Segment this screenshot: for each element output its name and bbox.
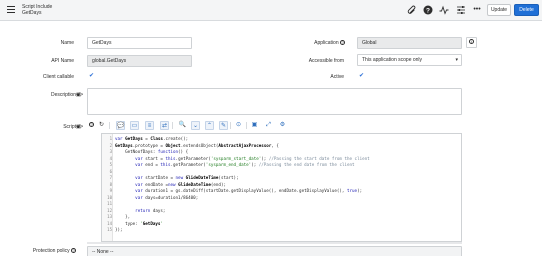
- line-number: 10: [107, 194, 112, 200]
- toolbar-divider: [230, 122, 231, 129]
- comment-icon[interactable]: 💬: [116, 121, 125, 130]
- search-icon[interactable]: 🔍: [178, 121, 187, 130]
- paperclip-icon[interactable]: [407, 5, 417, 15]
- code-line: return days;: [135, 207, 166, 213]
- delete-button[interactable]: Delete: [514, 4, 539, 16]
- line-number: 8: [109, 181, 112, 187]
- form-header: Script Include GetDays ? ••• Update Dele…: [0, 0, 542, 21]
- line-number: 1: [109, 136, 112, 141]
- line-number: 9: [109, 188, 112, 193]
- script-label: Script ▣ </>: [10, 124, 83, 130]
- menu-icon[interactable]: [7, 6, 15, 14]
- code-line: var endDate =new GlideDateTime(end);: [135, 181, 226, 187]
- line-number: 12: [107, 207, 112, 213]
- record-name: GetDays: [22, 10, 42, 16]
- protection-policy-value: -- None --: [92, 249, 114, 255]
- client-callable-checkbox[interactable]: ✔: [89, 72, 94, 79]
- line-number: 3: [109, 149, 112, 154]
- application-label-text: Application: [314, 40, 339, 46]
- code-line: var duration1 = gs.dateDiff(startDate.ge…: [135, 188, 363, 193]
- code-line: GetNoofDays: function() {: [115, 149, 189, 154]
- code-line: var startDate = new GlideDateTime(start)…: [135, 175, 239, 180]
- application-field: Global: [357, 37, 462, 49]
- api-name-label: API Name: [51, 58, 74, 64]
- protection-policy-label: Protection policy ?: [10, 248, 76, 254]
- script-toolbar: ? ↻ 💬 ▭ ≡ ⇄ 🔍 ⌄ ⌃ ✎ ⊙ ▣ ⤢ ⚙: [87, 121, 462, 131]
- save-icon[interactable]: ▣: [250, 121, 259, 130]
- replace-icon[interactable]: ⇄: [160, 121, 169, 130]
- script-debugger-icon[interactable]: ⊙: [234, 121, 243, 130]
- client-callable-label: Client callable: [42, 74, 74, 80]
- help-icon[interactable]: ?: [71, 248, 76, 254]
- line-number: 4: [109, 155, 112, 161]
- code-line: var end = this.getParameter('sysparm_end…: [135, 162, 355, 167]
- line-number: 2: [109, 142, 112, 148]
- line-number: 13: [107, 214, 112, 219]
- code-line: var GetDays = Class.create();: [115, 136, 189, 141]
- help-icon[interactable]: ?: [87, 121, 96, 130]
- code-line: });: [115, 227, 123, 232]
- accessible-from-select[interactable]: This application scope only ▾: [357, 54, 462, 66]
- accessible-from-value: This application scope only: [362, 57, 423, 63]
- name-field[interactable]: GetDays: [87, 37, 192, 49]
- chevron-down-icon[interactable]: ⌄: [191, 121, 200, 130]
- application-label: Application ?: [280, 40, 345, 46]
- line-number: 6: [109, 168, 112, 174]
- description-field[interactable]: [87, 88, 462, 115]
- line-number: 15: [107, 227, 112, 232]
- script-label-text: Script: [63, 124, 76, 130]
- toolbar-divider: [109, 122, 110, 129]
- uncomment-icon[interactable]: ▭: [130, 121, 139, 130]
- code-line: GetDays.prototype = Object.extendsObject…: [115, 142, 279, 148]
- help-icon[interactable]: ?: [340, 40, 345, 46]
- info-icon[interactable]: i: [466, 37, 477, 48]
- find-replace-icon[interactable]: ✎: [219, 121, 228, 130]
- code-line: },: [115, 214, 131, 219]
- help-icon[interactable]: ?: [423, 5, 433, 15]
- toolbar-divider: [172, 122, 173, 129]
- description-label-text: Description: [50, 92, 76, 98]
- chevron-down-icon: ▾: [455, 57, 458, 63]
- more-icon[interactable]: •••: [472, 5, 482, 15]
- protection-policy-select[interactable]: -- None --: [87, 246, 462, 256]
- code-line: var start = this.getParameter('sysparm_s…: [135, 155, 370, 161]
- line-number: 5: [109, 162, 112, 167]
- api-name-field: global.GetDays: [87, 55, 192, 67]
- line-number: 11: [107, 201, 112, 206]
- format-code-icon[interactable]: ≡: [145, 121, 154, 130]
- protection-policy-label-text: Protection policy: [32, 248, 70, 254]
- line-number: 14: [107, 220, 112, 226]
- code-icon[interactable]: </>: [76, 124, 83, 130]
- code-icon[interactable]: </>: [76, 92, 83, 98]
- record-title: Script Include GetDays: [22, 4, 52, 16]
- toolbar-divider: [246, 122, 247, 129]
- name-label: Name: [60, 40, 74, 46]
- line-number: 7: [109, 175, 112, 180]
- active-label: Active: [330, 74, 344, 80]
- description-label: Description ▣ </>: [10, 92, 83, 98]
- code-line: var days=duration1/86400;: [135, 194, 199, 200]
- script-editor[interactable]: 1 var GetDays = Class.create(); 2 GetDays.p…: [101, 133, 462, 242]
- accessible-from-label: Accessible from: [308, 58, 344, 64]
- settings-icon[interactable]: ⚙: [278, 121, 287, 130]
- svg-text:?: ?: [426, 7, 430, 14]
- fullscreen-icon[interactable]: ⤢: [264, 121, 273, 130]
- activity-icon[interactable]: [439, 5, 449, 15]
- active-checkbox[interactable]: ✔: [359, 72, 364, 79]
- editor-scrollbar[interactable]: [87, 242, 462, 244]
- sliders-icon[interactable]: [456, 5, 466, 15]
- code-line: type: 'GetDays': [115, 220, 163, 226]
- update-button[interactable]: Update: [487, 4, 511, 16]
- chevron-up-icon[interactable]: ⌃: [205, 121, 214, 130]
- toggle-syntax-icon[interactable]: ↻: [97, 121, 106, 130]
